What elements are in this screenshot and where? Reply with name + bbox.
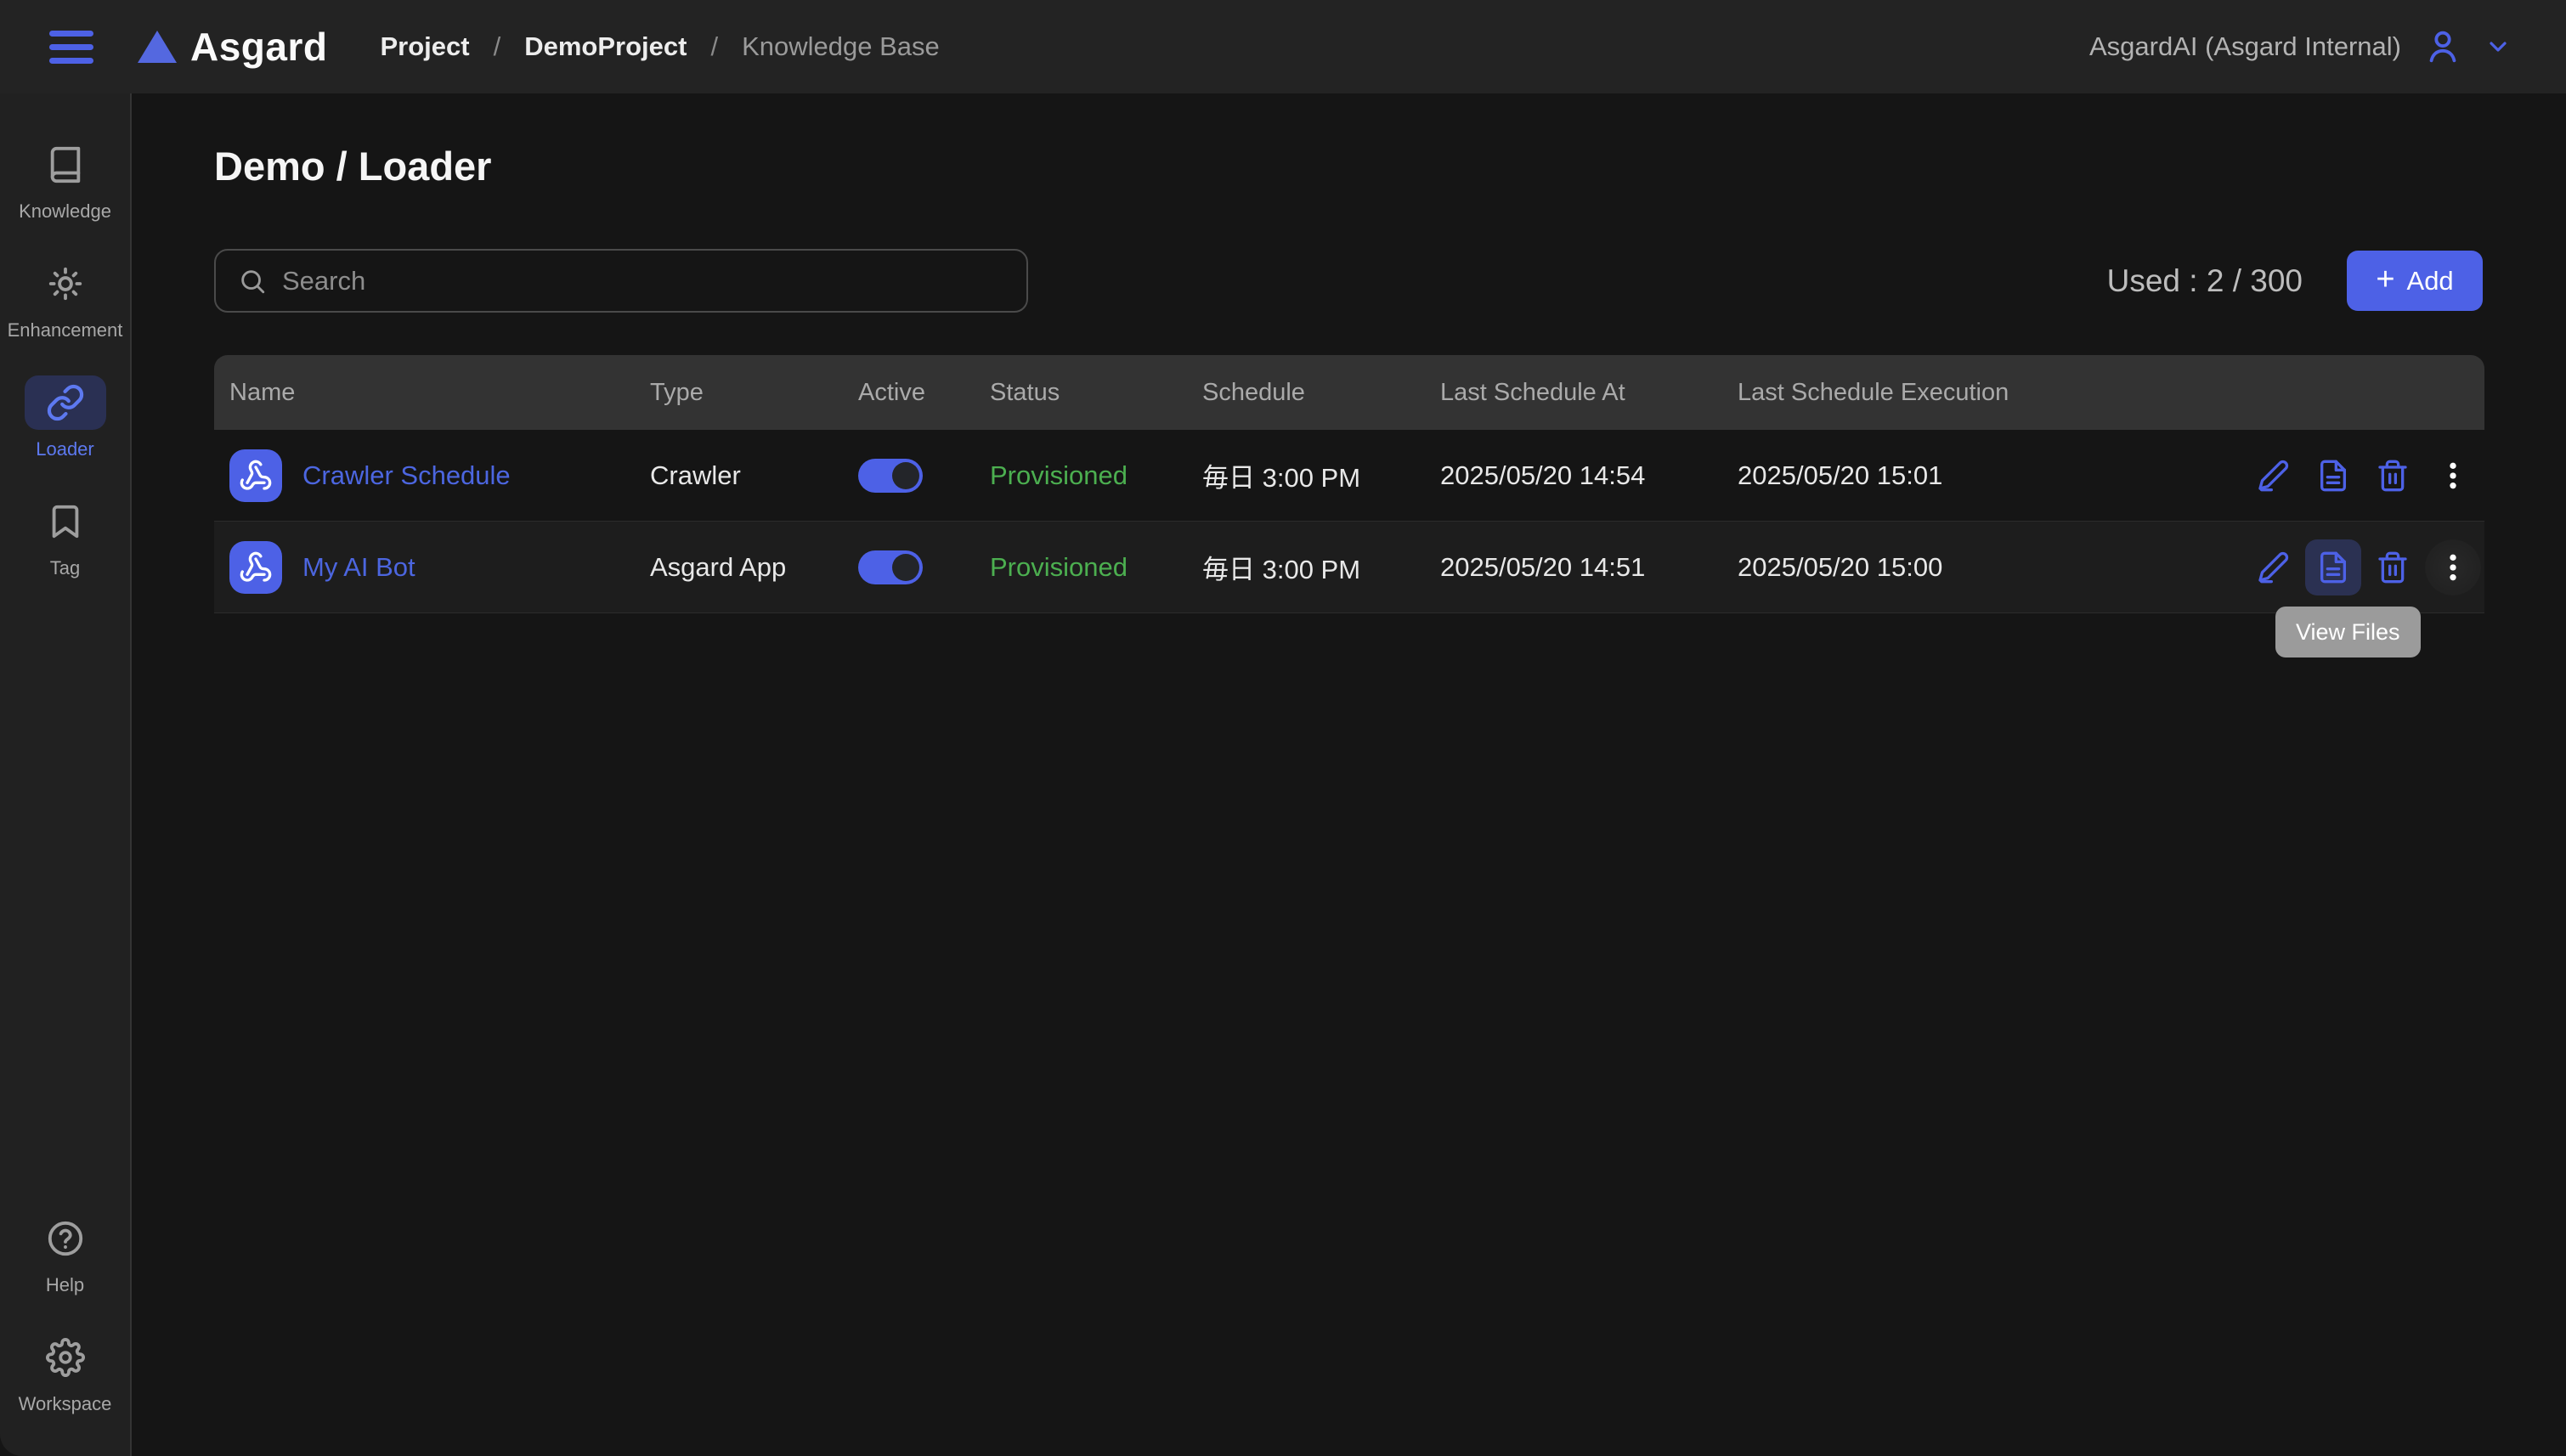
column-header-last-schedule-at: Last Schedule At — [1425, 379, 1722, 407]
user-icon[interactable] — [2423, 27, 2462, 66]
breadcrumb: Project / DemoProject / Knowledge Base — [380, 31, 939, 62]
row-name-link[interactable]: Crawler Schedule — [302, 460, 511, 491]
column-header-schedule: Schedule — [1187, 379, 1425, 407]
sidebar-item-label: Knowledge — [19, 200, 111, 223]
active-toggle[interactable] — [858, 459, 923, 493]
column-header-active: Active — [843, 379, 975, 407]
loader-app-icon — [229, 541, 282, 594]
sidebar-item-label: Loader — [36, 438, 94, 460]
row-type: Crawler — [635, 460, 843, 491]
column-header-status: Status — [975, 379, 1187, 407]
account-area[interactable]: AsgardAI (Asgard Internal) — [2089, 27, 2512, 66]
view-files-icon[interactable] — [2305, 539, 2361, 595]
bookmark-icon — [25, 494, 106, 549]
edit-icon[interactable] — [2245, 539, 2301, 595]
row-name-link[interactable]: My AI Bot — [302, 552, 415, 583]
sidebar-item-enhancement[interactable]: Enhancement — [2, 257, 129, 341]
page-title: Demo / Loader — [214, 143, 491, 189]
table-header: Name Type Active Status Schedule Last Sc… — [214, 355, 2484, 430]
row-schedule: 毎日 3:00 PM — [1187, 456, 1425, 494]
loader-table: Name Type Active Status Schedule Last Sc… — [214, 355, 2484, 613]
add-button[interactable]: + Add — [2347, 251, 2483, 311]
status-badge: Provisioned — [975, 552, 1187, 583]
sidebar: Knowledge Enhancement Loader — [0, 93, 132, 1456]
search-input[interactable] — [282, 266, 1004, 296]
row-type: Asgard App — [635, 552, 843, 583]
column-header-name: Name — [214, 379, 635, 407]
chevron-down-icon[interactable] — [2484, 33, 2512, 60]
table-row: My AI Bot Asgard App Provisioned 毎日 3:00… — [214, 522, 2484, 613]
sidebar-item-workspace[interactable]: Workspace — [2, 1330, 129, 1415]
view-files-icon[interactable] — [2305, 448, 2361, 504]
breadcrumb-separator: / — [710, 31, 718, 62]
usage-count: Used : 2 / 300 — [2107, 263, 2303, 299]
help-icon — [25, 1211, 106, 1266]
sidebar-item-label: Workspace — [19, 1393, 112, 1415]
row-last-schedule-execution: 2025/05/20 15:01 — [1722, 460, 2245, 491]
book-icon — [25, 138, 106, 192]
plus-icon: + — [2376, 263, 2394, 296]
sidebar-item-tag[interactable]: Tag — [2, 494, 129, 579]
row-last-schedule-execution: 2025/05/20 15:00 — [1722, 552, 2245, 583]
breadcrumb-project[interactable]: Project — [380, 31, 469, 62]
search-box[interactable] — [214, 249, 1028, 313]
kebab-menu-icon[interactable] — [2425, 539, 2481, 595]
edit-icon[interactable] — [2245, 448, 2301, 504]
sidebar-item-label: Enhancement — [8, 319, 123, 341]
search-icon — [238, 267, 267, 296]
row-last-schedule-at: 2025/05/20 14:54 — [1425, 460, 1722, 491]
breadcrumb-demoproject[interactable]: DemoProject — [524, 31, 687, 62]
column-header-last-schedule-execution: Last Schedule Execution — [1722, 379, 2245, 407]
link-icon — [25, 375, 106, 430]
logo-text: Asgard — [190, 24, 327, 70]
view-files-tooltip: View Files — [2275, 607, 2421, 657]
row-last-schedule-at: 2025/05/20 14:51 — [1425, 552, 1722, 583]
active-toggle[interactable] — [858, 550, 923, 584]
kebab-menu-icon[interactable] — [2425, 448, 2481, 504]
topbar: Asgard Project / DemoProject / Knowledge… — [0, 0, 2566, 93]
account-label: AsgardAI (Asgard Internal) — [2089, 31, 2401, 62]
delete-icon[interactable] — [2365, 448, 2422, 504]
sidebar-item-knowledge[interactable]: Knowledge — [2, 138, 129, 223]
status-badge: Provisioned — [975, 460, 1187, 491]
sidebar-item-label: Tag — [50, 557, 80, 579]
brightness-icon — [25, 257, 106, 311]
app-logo[interactable]: Asgard — [138, 24, 327, 70]
loader-app-icon — [229, 449, 282, 502]
delete-icon[interactable] — [2365, 539, 2422, 595]
breadcrumb-knowledge-base: Knowledge Base — [742, 31, 940, 62]
breadcrumb-separator: / — [494, 31, 501, 62]
main-content: Demo / Loader Used : 2 / 300 + Add Name … — [133, 93, 2566, 1456]
sidebar-item-help[interactable]: Help — [2, 1211, 129, 1296]
table-row: Crawler Schedule Crawler Provisioned 毎日 … — [214, 430, 2484, 522]
menu-icon[interactable] — [49, 23, 93, 71]
sidebar-item-loader[interactable]: Loader — [2, 375, 129, 460]
add-button-label: Add — [2407, 266, 2454, 296]
row-schedule: 毎日 3:00 PM — [1187, 548, 1425, 586]
column-header-type: Type — [635, 379, 843, 407]
sidebar-item-label: Help — [46, 1274, 84, 1296]
logo-triangle-icon — [138, 31, 177, 63]
gear-icon — [25, 1330, 106, 1385]
